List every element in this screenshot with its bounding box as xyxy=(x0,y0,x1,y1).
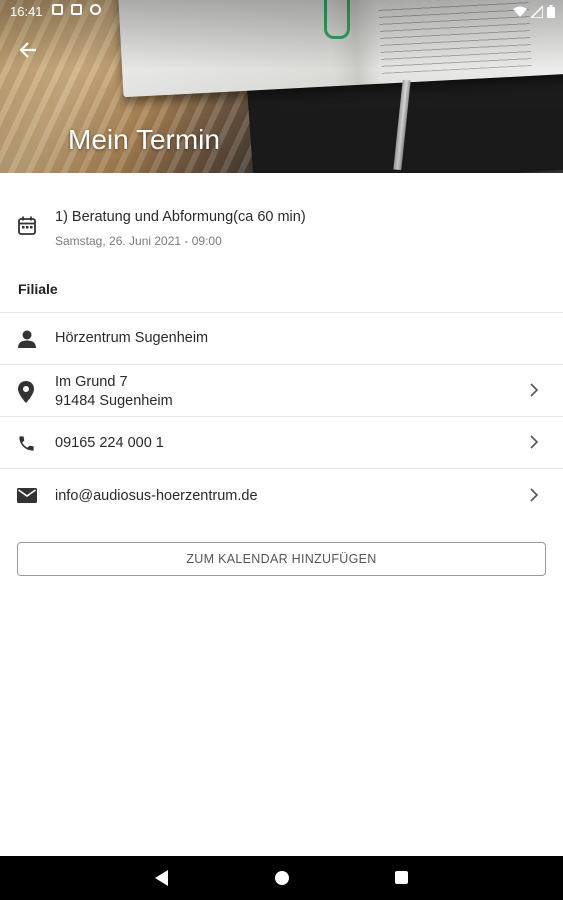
chevron-right-icon xyxy=(529,488,539,507)
appointment-info: 1) Beratung und Abformung(ca 60 min) Sam… xyxy=(0,200,563,260)
signal-icon xyxy=(531,5,543,18)
phone-row[interactable]: 09165 224 000 1 xyxy=(0,416,563,469)
address-line1: Im Grund 7 xyxy=(55,374,128,390)
status-time: 16:41 xyxy=(10,4,43,19)
battery-icon xyxy=(547,5,555,18)
address-text: Im Grund 7 91484 Sugenheim xyxy=(55,373,173,411)
add-to-calendar-button[interactable]: ZUM KALENDAR HINZUFÜGEN xyxy=(17,542,546,576)
nav-home-icon[interactable] xyxy=(275,871,289,885)
phone-number: 09165 224 000 1 xyxy=(55,435,164,451)
nav-back-icon[interactable] xyxy=(155,870,169,891)
calendar-icon xyxy=(18,216,36,240)
status-bar: 16:41 xyxy=(0,0,563,24)
page-title: Mein Termin xyxy=(68,124,220,155)
email-address: info@audiosus-hoerzentrum.de xyxy=(55,488,258,504)
mail-icon xyxy=(17,488,37,508)
branch-name-row: Hörzentrum Sugenheim xyxy=(0,312,563,364)
nav-recents-icon[interactable] xyxy=(395,871,408,884)
message-icon xyxy=(52,4,63,15)
sync-icon xyxy=(90,4,101,15)
back-button[interactable] xyxy=(14,36,42,64)
arrow-left-icon xyxy=(19,42,36,58)
clipboard-icon xyxy=(71,4,82,15)
address-row[interactable]: Im Grund 7 91484 Sugenheim xyxy=(0,364,563,417)
address-line2: 91484 Sugenheim xyxy=(55,393,173,409)
email-row[interactable]: info@audiosus-hoerzentrum.de xyxy=(0,468,563,521)
system-icons xyxy=(513,5,555,18)
branch-name: Hörzentrum Sugenheim xyxy=(55,330,209,346)
phone-icon xyxy=(17,434,36,458)
notification-icons xyxy=(52,4,101,15)
section-label-branch: Filiale xyxy=(18,281,58,297)
chevron-right-icon xyxy=(529,435,539,454)
wifi-icon xyxy=(513,6,527,17)
person-icon xyxy=(17,329,37,354)
system-nav-bar xyxy=(0,856,563,900)
chevron-right-icon xyxy=(529,383,539,402)
appointment-title: 1) Beratung und Abformung(ca 60 min) xyxy=(55,209,306,225)
location-pin-icon xyxy=(17,381,35,408)
appointment-date: Samstag, 26. Juni 2021 - 09:00 xyxy=(55,234,222,248)
